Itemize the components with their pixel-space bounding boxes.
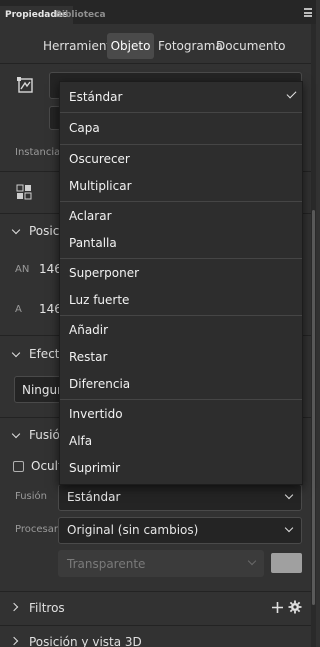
menu-item-invert[interactable]: Invertido bbox=[60, 401, 302, 427]
menu-separator bbox=[60, 315, 302, 316]
menu-item-layer[interactable]: Capa bbox=[60, 115, 302, 141]
menu-item-add[interactable]: Añadir bbox=[60, 317, 302, 343]
menu-item-difference[interactable]: Diferencia bbox=[60, 371, 302, 397]
gear-icon[interactable] bbox=[288, 600, 302, 614]
tab-tool[interactable]: Herramienta bbox=[43, 33, 119, 59]
menu-item-erase[interactable]: Suprimir bbox=[60, 455, 302, 481]
width-label: AN bbox=[15, 264, 30, 275]
chevron-down-icon[interactable] bbox=[11, 225, 21, 235]
divider bbox=[0, 63, 316, 64]
cache-checkbox[interactable] bbox=[13, 461, 24, 472]
menu-separator bbox=[60, 258, 302, 259]
menu-item-screen[interactable]: Pantalla bbox=[60, 230, 302, 256]
menu-item-subtract[interactable]: Restar bbox=[60, 344, 302, 370]
menu-separator bbox=[60, 399, 302, 400]
height-label: A bbox=[15, 304, 22, 315]
menu-separator bbox=[60, 201, 302, 202]
menu-item-lighten[interactable]: Aclarar bbox=[60, 203, 302, 229]
render-select-value: Original (sin cambios) bbox=[67, 523, 199, 537]
menu-separator bbox=[60, 112, 302, 113]
symbol-icon bbox=[16, 76, 36, 96]
transparent-value: Transparente bbox=[67, 557, 146, 571]
chevron-right-icon[interactable] bbox=[9, 636, 19, 646]
scrollbar-thumb[interactable] bbox=[312, 210, 315, 605]
chevron-right-icon[interactable] bbox=[9, 602, 19, 612]
menu-separator bbox=[60, 144, 302, 145]
blend-label: Fusión bbox=[15, 491, 47, 502]
menu-item-alpha[interactable]: Alfa bbox=[60, 428, 302, 454]
blend-select-value: Estándar bbox=[67, 490, 121, 504]
panel-menu-icon[interactable] bbox=[304, 8, 312, 17]
tab-document[interactable]: Documento bbox=[216, 33, 286, 59]
menu-item-multiply[interactable]: Multiplicar bbox=[60, 173, 302, 199]
tab-library[interactable]: Biblioteca bbox=[50, 6, 111, 24]
render-label: Procesar bbox=[15, 524, 58, 535]
panel-tab-bar: Propiedades Biblioteca bbox=[0, 0, 316, 24]
color-swatch[interactable] bbox=[271, 553, 302, 573]
blend-mode-menu: Estándar Capa Oscurecer Multiplicar Acla… bbox=[59, 81, 303, 485]
tab-frame[interactable]: Fotograma bbox=[158, 33, 223, 59]
section-3d-title: Posición y vista 3D bbox=[29, 635, 142, 647]
chevron-down-icon[interactable] bbox=[11, 429, 21, 439]
menu-item-overlay[interactable]: Superponer bbox=[60, 260, 302, 286]
menu-item-darken[interactable]: Oscurecer bbox=[60, 146, 302, 172]
menu-item-normal[interactable]: Estándar bbox=[60, 84, 302, 110]
add-filter-icon[interactable] bbox=[271, 601, 284, 614]
align-icon[interactable] bbox=[16, 184, 32, 200]
chevron-down-icon[interactable] bbox=[11, 348, 21, 358]
section-filters-title: Filtros bbox=[29, 601, 65, 615]
tab-object[interactable]: Objeto bbox=[107, 33, 154, 59]
divider bbox=[0, 625, 316, 626]
menu-item-hard-light[interactable]: Luz fuerte bbox=[60, 287, 302, 313]
divider bbox=[0, 591, 316, 592]
